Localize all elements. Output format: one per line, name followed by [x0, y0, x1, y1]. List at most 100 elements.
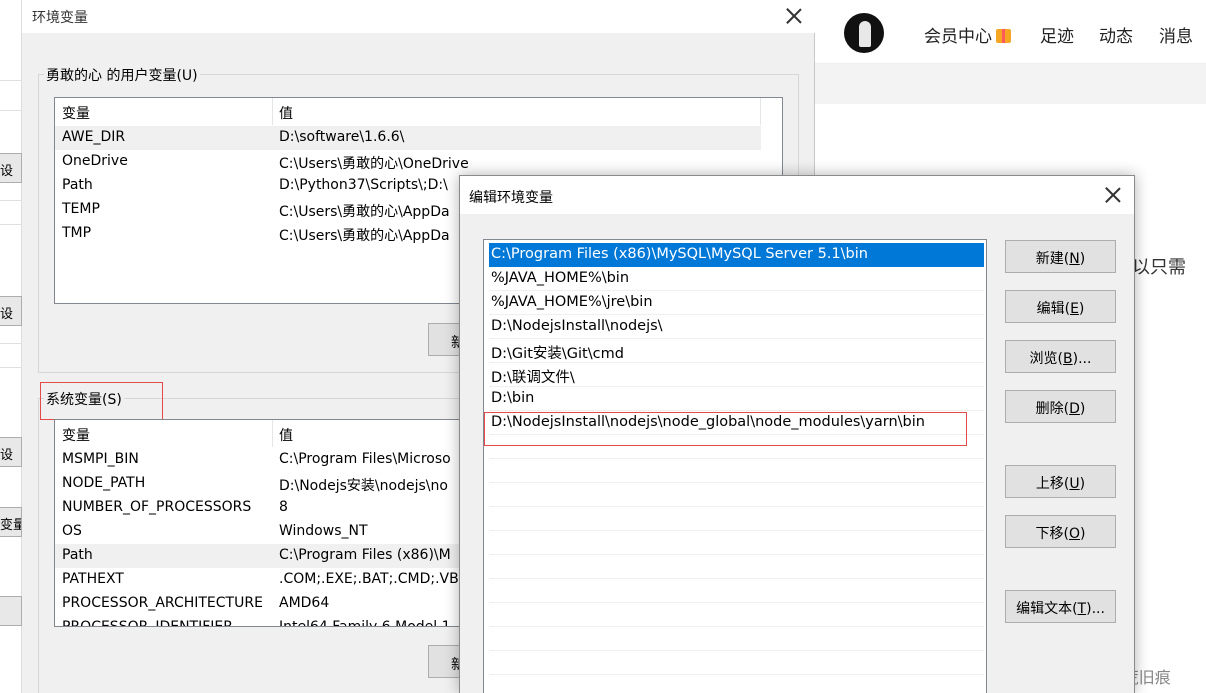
divider [0, 367, 22, 368]
button-label-tail: ) [1079, 476, 1086, 492]
empty-list-item[interactable] [489, 459, 984, 483]
edit-button[interactable]: 编辑(E) [1005, 290, 1116, 323]
row-variable: MSMPI_BIN [62, 451, 139, 467]
button-label-tail: )... [1072, 351, 1092, 367]
row-value: AMD64 [279, 595, 330, 611]
user-variables-label: 勇敢的心 的用户变量(U) [44, 65, 200, 85]
access-key: D [1069, 401, 1080, 417]
set-button-partial[interactable]: 设 [0, 296, 22, 326]
button-label: 下移( [1035, 526, 1069, 542]
empty-list-item[interactable] [489, 507, 984, 531]
empty-list-item[interactable] [489, 675, 984, 693]
delete-button[interactable]: 删除(D) [1005, 390, 1116, 423]
button-label-tail: ) [1078, 301, 1085, 317]
list-item[interactable]: %JAVA_HOME%\jre\bin [489, 291, 984, 315]
row-variable: OneDrive [62, 153, 128, 169]
new-button[interactable]: 新建(N) [1005, 240, 1116, 273]
row-variable: TMP [62, 225, 92, 241]
row-value: .COM;.EXE;.BAT;.CMD;.VB [279, 571, 459, 587]
list-item[interactable]: C:\Program Files (x86)\MySQL\MySQL Serve… [489, 243, 984, 267]
column-header-value[interactable]: 值 [279, 425, 293, 445]
nav-activity[interactable]: 动态 [1099, 22, 1133, 47]
button-label: 浏览( [1029, 351, 1064, 367]
row-value: C:\Users\勇敢的心\AppDa [279, 204, 450, 220]
set-button-partial[interactable]: 设 [0, 437, 22, 467]
button-label-tail: )... [1086, 601, 1105, 617]
browse-button[interactable]: 浏览(B)... [1005, 340, 1116, 373]
access-key: T [1077, 601, 1087, 617]
button-label-tail: ) [1079, 251, 1086, 267]
empty-list-item[interactable] [489, 627, 984, 651]
dialog-title: 环境变量 [32, 10, 88, 26]
path-entries-list[interactable]: C:\Program Files (x86)\MySQL\MySQL Serve… [483, 239, 987, 693]
highlight-box [484, 412, 967, 446]
button-label: 新建( [1035, 251, 1070, 267]
table-row[interactable]: OneDrive C:\Users\勇敢的心\OneDrive [55, 150, 761, 174]
divider [0, 343, 22, 344]
list-item[interactable]: D:\NodejsInstall\nodejs\ [489, 315, 984, 339]
row-value: D:\Python37\Scripts\;D:\ [279, 177, 448, 193]
column-header-variable[interactable]: 变量 [62, 425, 90, 445]
close-icon[interactable] [786, 8, 802, 24]
column-header-value[interactable]: 值 [279, 103, 293, 123]
divider [0, 200, 22, 201]
entry-text: D:\Git安装\Git\cmd [491, 346, 624, 362]
button-label: 编辑( [1036, 301, 1071, 317]
access-key: E [1070, 301, 1079, 317]
empty-list-item[interactable] [489, 531, 984, 555]
button-label: 编辑文本( [1016, 601, 1078, 617]
list-header: 变量 值 [55, 98, 782, 125]
nav-member-center[interactable]: 会员中心 [924, 22, 1011, 47]
row-variable: TEMP [62, 201, 100, 217]
entry-text: C:\Program Files (x86)\MySQL\MySQL Serve… [491, 246, 868, 262]
highlight-box [40, 382, 163, 420]
table-row[interactable]: AWE_DIR D:\software\1.6.6\ [55, 126, 761, 150]
button-label-tail: ) [1080, 526, 1086, 542]
list-item[interactable]: D:\联调文件\ [489, 363, 984, 387]
entry-text: D:\联调文件\ [491, 370, 575, 386]
list-item[interactable]: %JAVA_HOME%\bin [489, 267, 984, 291]
move-up-button[interactable]: 上移(U) [1005, 465, 1116, 498]
variable-button-partial[interactable]: 变量 [0, 507, 22, 537]
edit-text-button[interactable]: 编辑文本(T)... [1005, 590, 1116, 623]
row-variable: NUMBER_OF_PROCESSORS [62, 499, 252, 515]
empty-list-item[interactable] [489, 603, 984, 627]
row-value: 8 [279, 499, 288, 515]
column-divider[interactable] [272, 98, 273, 125]
row-variable: Path [62, 547, 93, 563]
column-divider[interactable] [272, 420, 273, 447]
row-value: C:\Users\勇敢的心\OneDrive [279, 156, 469, 172]
row-variable: AWE_DIR [62, 129, 126, 145]
column-header-variable[interactable]: 变量 [62, 103, 90, 123]
entry-text: %JAVA_HOME%\bin [491, 270, 630, 286]
empty-list-item[interactable] [489, 555, 984, 579]
nav-member-center-label: 会员中心 [924, 27, 992, 47]
row-value: C:\Users\勇敢的心\AppDa [279, 228, 450, 244]
dialog-title-bar: 环境变量 [22, 0, 815, 33]
row-variable: PROCESSOR_IDENTIFIER [62, 619, 233, 627]
row-variable: Path [62, 177, 93, 193]
access-key: O [1068, 526, 1081, 542]
button-partial[interactable] [0, 596, 22, 626]
empty-list-item[interactable] [489, 579, 984, 603]
column-divider[interactable] [760, 98, 761, 125]
divider [0, 224, 22, 225]
user-avatar[interactable] [844, 13, 884, 53]
set-button-partial[interactable]: 设 [0, 153, 22, 183]
list-item[interactable]: D:\Git安装\Git\cmd [489, 339, 984, 363]
nav-messages[interactable]: 消息 [1159, 22, 1193, 47]
close-icon[interactable] [1105, 187, 1121, 203]
row-value: D:\Nodejs安装\nodejs\no [279, 478, 448, 494]
row-value: C:\Program Files\Microso [279, 451, 451, 467]
row-value: Windows_NT [279, 523, 368, 539]
nav-footprint[interactable]: 足迹 [1040, 22, 1074, 47]
gift-icon [996, 29, 1011, 43]
list-item[interactable]: D:\bin [489, 387, 984, 411]
move-down-button[interactable]: 下移(O) [1005, 515, 1116, 548]
row-value: C:\Program Files (x86)\M [279, 547, 451, 563]
empty-list-item[interactable] [489, 651, 984, 675]
empty-list-item[interactable] [489, 483, 984, 507]
button-label: 删除( [1035, 401, 1070, 417]
edit-environment-variable-dialog: 编辑环境变量 C:\Program Files (x86)\MySQL\MySQ… [459, 175, 1135, 693]
background-window-edge: 设 设 设 变量 [0, 0, 22, 693]
